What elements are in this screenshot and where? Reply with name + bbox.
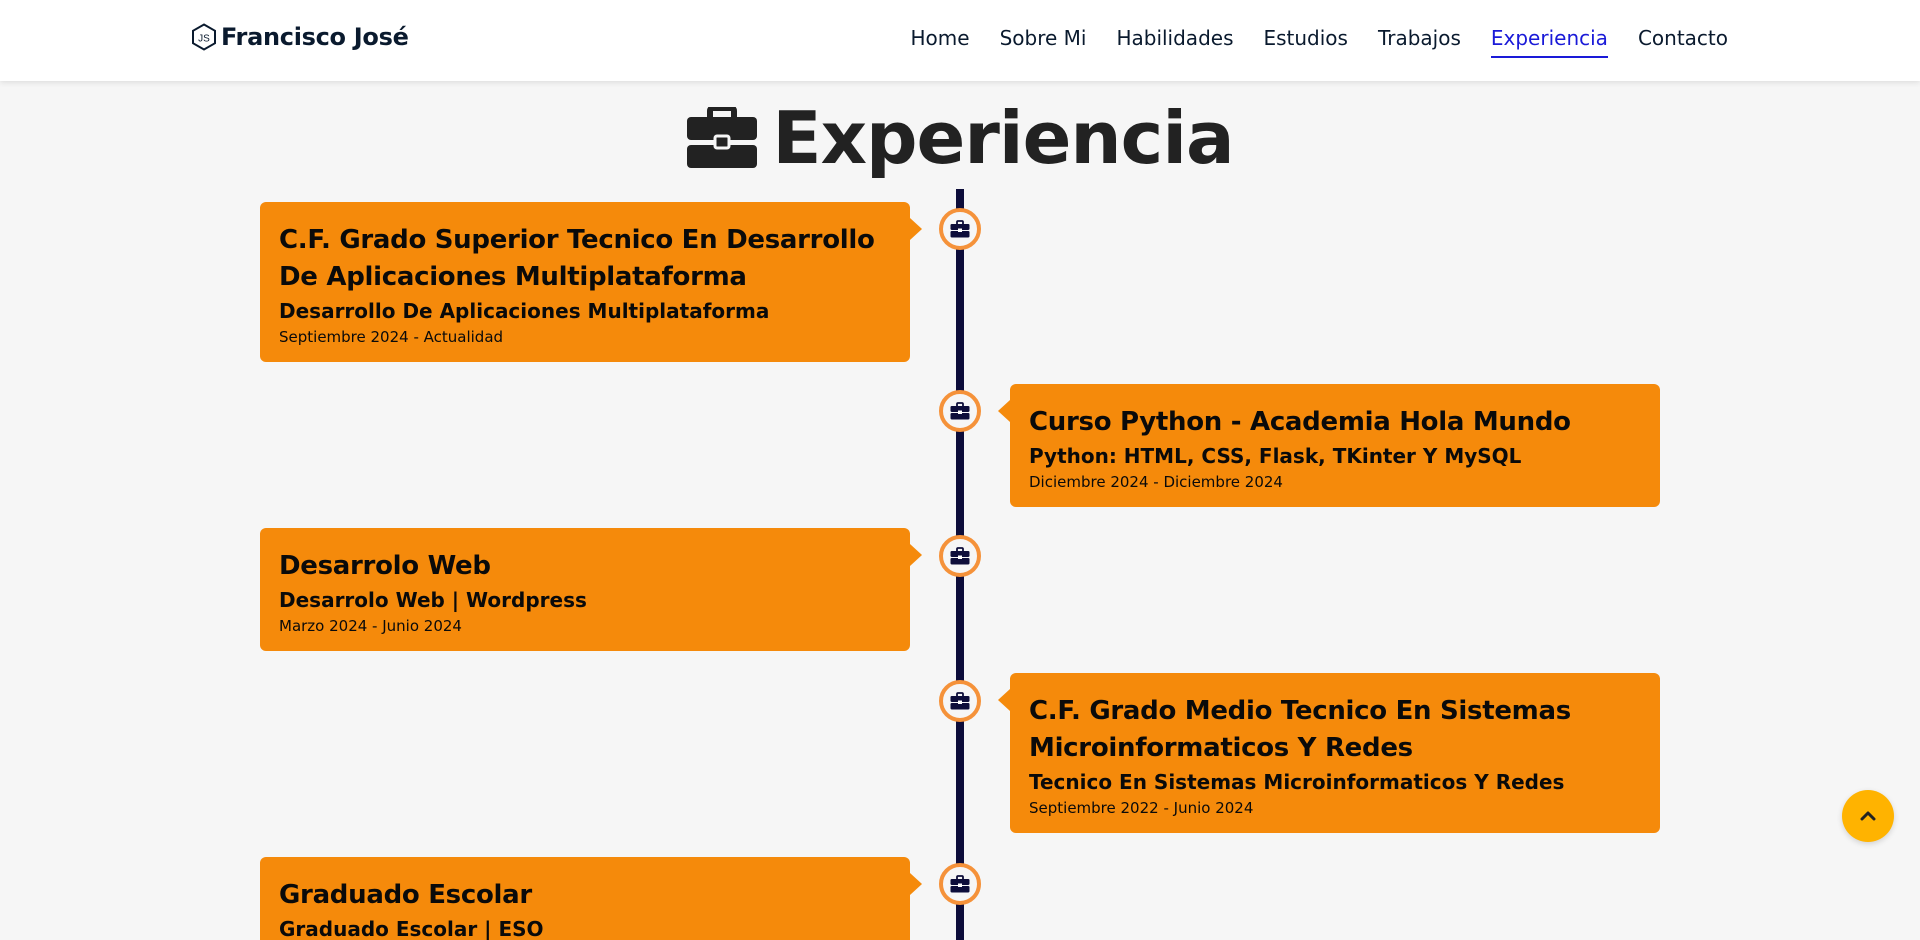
- nav-sobre-mi[interactable]: Sobre Mi: [1000, 26, 1087, 58]
- svg-text:JS: JS: [198, 34, 210, 45]
- timeline-card: Curso Python - Academia Hola Mundo Pytho…: [998, 384, 1660, 507]
- nav-habilidades[interactable]: Habilidades: [1116, 26, 1233, 58]
- nav-home[interactable]: Home: [911, 26, 970, 58]
- card-subtitle: Desarrolo Web | Wordpress: [279, 588, 587, 612]
- card-subtitle: Tecnico En Sistemas Microinformaticos Y …: [1029, 770, 1565, 794]
- card-date: Septiembre 2024 - Actualidad: [279, 328, 504, 346]
- timeline-node-briefcase-icon: [939, 208, 981, 250]
- chevron-up-icon: [1860, 810, 1876, 822]
- card-title: Desarrolo Web: [279, 551, 491, 581]
- card-date: Marzo 2024 - Junio 2024: [279, 617, 462, 635]
- scroll-to-top-button[interactable]: [1842, 790, 1894, 842]
- brand-name: Francisco José: [221, 23, 409, 51]
- timeline-card: Desarrolo Web Desarrolo Web | Wordpress …: [260, 528, 922, 651]
- nav-contacto[interactable]: Contacto: [1638, 26, 1728, 58]
- timeline-node-briefcase-icon: [939, 535, 981, 577]
- card-subtitle: Graduado Escolar | ESO: [279, 917, 544, 940]
- timeline-node-briefcase-icon: [939, 390, 981, 432]
- timeline-card: C.F. Grado Superior Tecnico En Desarroll…: [260, 202, 922, 362]
- nav-experiencia[interactable]: Experiencia: [1490, 26, 1608, 58]
- timeline-card: C.F. Grado Medio Tecnico En Sistemas Mic…: [998, 673, 1660, 833]
- card-date: Septiembre 2022 - Junio 2024: [1029, 799, 1254, 817]
- nav-estudios[interactable]: Estudios: [1263, 26, 1347, 58]
- card-title: C.F. Grado Superior Tecnico En Desarroll…: [279, 225, 875, 292]
- briefcase-icon: [686, 107, 758, 169]
- card-title: C.F. Grado Medio Tecnico En Sistemas Mic…: [1029, 696, 1571, 763]
- timeline-card: Graduado Escolar Graduado Escolar | ESO: [260, 857, 922, 940]
- card-date: Diciembre 2024 - Diciembre 2024: [1029, 473, 1283, 491]
- main-nav: Home Sobre Mi Habilidades Estudios Traba…: [911, 26, 1728, 58]
- section-heading: Experiencia: [0, 96, 1920, 180]
- site-header: JS Francisco José Home Sobre Mi Habilida…: [0, 0, 1920, 81]
- nodejs-js-hexagon-icon: JS: [191, 23, 217, 51]
- timeline-node-briefcase-icon: [939, 863, 981, 905]
- nav-trabajos[interactable]: Trabajos: [1378, 26, 1461, 58]
- page-title: Experiencia: [772, 96, 1234, 180]
- card-title: Curso Python - Academia Hola Mundo: [1029, 407, 1571, 437]
- brand-logo-link[interactable]: JS Francisco José: [191, 23, 409, 51]
- card-subtitle: Python: HTML, CSS, Flask, TKinter Y MySQ…: [1029, 444, 1522, 468]
- timeline-node-briefcase-icon: [939, 680, 981, 722]
- card-subtitle: Desarrollo De Aplicaciones Multiplatafor…: [279, 299, 770, 323]
- card-title: Graduado Escolar: [279, 880, 532, 910]
